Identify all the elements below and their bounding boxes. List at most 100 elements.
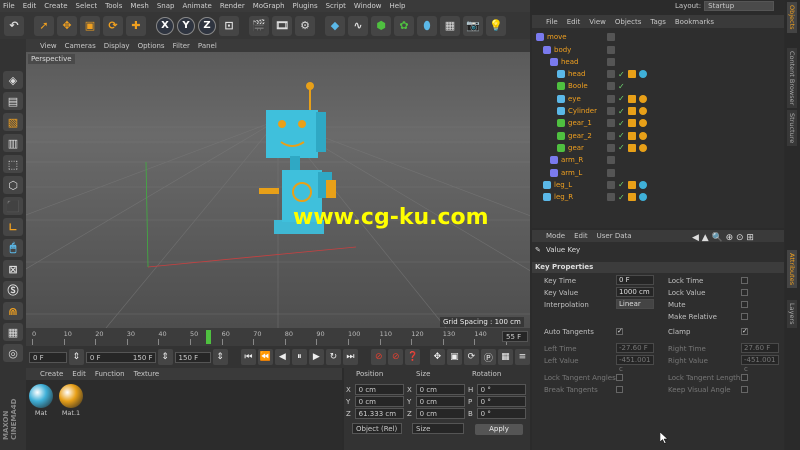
object-row[interactable]: leg_L ✓	[532, 179, 784, 192]
attribute-menu-edit[interactable]: Edit	[574, 232, 588, 240]
enabled-check-icon[interactable]: ✓	[618, 119, 625, 128]
attribute-menu-mode[interactable]: Mode	[546, 232, 565, 240]
object-row[interactable]: Cylinder ✓	[532, 105, 784, 118]
object-row[interactable]: body	[532, 43, 784, 56]
enabled-check-icon[interactable]: ✓	[618, 82, 625, 91]
layout-select[interactable]: Startup	[704, 1, 775, 11]
previous-key-icon[interactable]: ⏪	[257, 349, 273, 365]
visibility-dots-icon[interactable]	[607, 156, 615, 165]
size-field[interactable]: 0 cm	[415, 384, 465, 395]
object-menu-bookmarks[interactable]: Bookmarks	[675, 18, 714, 26]
side-tab-attributes[interactable]: Attributes	[787, 250, 797, 289]
viewport-menu-filter[interactable]: Filter	[173, 42, 190, 50]
size-field[interactable]: 0 cm	[415, 408, 465, 419]
lock-value-checkbox[interactable]	[741, 289, 748, 296]
object-row[interactable]: arm_R	[532, 154, 784, 167]
spline-pen-icon[interactable]: ∿	[348, 15, 368, 36]
left-time-field[interactable]: -27.60 F	[616, 343, 654, 353]
axis-mode-icon[interactable]: ∟	[3, 218, 23, 236]
object-menu-edit[interactable]: Edit	[567, 18, 581, 26]
cloner-icon[interactable]: ✿	[394, 15, 414, 36]
lock-tangent-lengths-checkbox[interactable]	[741, 374, 748, 381]
material-swatch[interactable]: Mat	[28, 384, 54, 417]
visibility-dots-icon[interactable]	[607, 82, 615, 91]
menu-item-plugins[interactable]: Plugins	[293, 2, 318, 10]
viewport-perspective[interactable]	[26, 52, 530, 328]
material-tag-icon[interactable]	[638, 70, 647, 79]
object-menu-file[interactable]: File	[546, 18, 558, 26]
material-tag-icon[interactable]	[638, 193, 647, 202]
grid-icon[interactable]: ▦	[3, 323, 23, 341]
visibility-dots-icon[interactable]	[607, 180, 615, 189]
phong-tag-icon[interactable]	[627, 70, 636, 79]
object-row[interactable]: gear_2 ✓	[532, 129, 784, 142]
right-value-field[interactable]: -451.001 c	[741, 355, 779, 373]
position-field[interactable]: 61.333 cm	[354, 408, 404, 419]
playhead-marker[interactable]	[205, 330, 211, 344]
viewport-menu-display[interactable]: Display	[104, 42, 130, 50]
lock-time-checkbox[interactable]	[741, 277, 748, 284]
floor-icon[interactable]: ▦	[440, 15, 460, 36]
menu-item-render[interactable]: Render	[220, 2, 245, 10]
loop-icon[interactable]: ↻	[325, 349, 341, 365]
object-menu-objects[interactable]: Objects	[615, 18, 641, 26]
auto-tangents-checkbox[interactable]: ✓	[616, 328, 623, 335]
right-time-field[interactable]: 27.60 F	[741, 343, 779, 353]
key-properties-section[interactable]: Key Properties	[532, 262, 784, 273]
tweak-mode-icon[interactable]: 🖱	[3, 239, 23, 257]
position-field[interactable]: 0 cm	[354, 396, 404, 407]
material-tag-icon[interactable]	[638, 180, 647, 189]
apply-button[interactable]: Apply	[475, 424, 523, 435]
stepper-icon[interactable]: ⇕	[157, 349, 173, 365]
menu-item-mesh[interactable]: Mesh	[130, 2, 148, 10]
key-parameter-icon[interactable]: Ⓟ	[480, 349, 496, 365]
go-to-end-icon[interactable]: ⏭	[342, 349, 358, 365]
side-tab-objects[interactable]: Objects	[787, 2, 797, 33]
visibility-dots-icon[interactable]	[607, 70, 615, 79]
material-swatch[interactable]: Mat.1	[58, 384, 84, 417]
select-arrow-icon[interactable]: ➚	[34, 15, 54, 36]
texture-mode-icon[interactable]: ▧	[3, 113, 23, 131]
move-tool-icon[interactable]: ✥	[57, 15, 77, 36]
visibility-dots-icon[interactable]	[607, 33, 615, 42]
points-mode-icon[interactable]: ⬚	[3, 155, 23, 173]
key-rotation-icon[interactable]: ⟳	[463, 349, 479, 365]
interpolation-select[interactable]: Linear	[616, 299, 654, 309]
stepper-icon[interactable]: ⇕	[68, 349, 84, 365]
object-row[interactable]: gear ✓	[532, 142, 784, 155]
side-tab-structure[interactable]: Structure	[787, 110, 797, 147]
size-field[interactable]: 0 cm	[415, 396, 465, 407]
attribute-menu-user-data[interactable]: User Data	[597, 232, 632, 240]
key-value-field[interactable]: 1000 cm	[616, 287, 654, 297]
enabled-check-icon[interactable]: ✓	[618, 143, 625, 152]
light-icon[interactable]: 💡	[486, 15, 506, 36]
object-menu-tags[interactable]: Tags	[650, 18, 666, 26]
menu-item-script[interactable]: Script	[326, 2, 346, 10]
camera-icon[interactable]: 📷	[463, 15, 483, 36]
key-scale-icon[interactable]: ▣	[446, 349, 462, 365]
enabled-check-icon[interactable]: ✓	[618, 70, 625, 79]
coordinate-mode-select[interactable]: Object (Rel)	[352, 423, 402, 434]
visibility-dots-icon[interactable]	[607, 119, 615, 128]
render-picture-viewer-icon[interactable]: 🎞	[272, 15, 292, 36]
record-icon[interactable]: ⊘	[371, 349, 387, 365]
material-menu-texture[interactable]: Texture	[134, 370, 160, 378]
object-row[interactable]: head	[532, 56, 784, 69]
phong-tag-icon[interactable]	[627, 143, 636, 152]
visibility-dots-icon[interactable]	[607, 131, 615, 140]
snap-icon[interactable]: ⊠	[3, 260, 23, 278]
rotate-tool-icon[interactable]: ⟳	[103, 15, 123, 36]
phong-tag-icon[interactable]	[627, 107, 636, 116]
polygons-mode-icon[interactable]: ⬛	[3, 197, 23, 215]
material-menu-edit[interactable]: Edit	[72, 370, 86, 378]
add-tool-icon[interactable]: ✚	[126, 15, 146, 36]
edges-mode-icon[interactable]: ⬡	[3, 176, 23, 194]
axis-x-button[interactable]: X	[156, 16, 174, 35]
left-value-field[interactable]: -451.001 c	[616, 355, 654, 373]
object-row[interactable]: gear_1 ✓	[532, 117, 784, 130]
break-tangents-checkbox[interactable]	[616, 386, 623, 393]
current-frame-field[interactable]: 55 F	[502, 331, 528, 342]
menu-item-edit[interactable]: Edit	[23, 2, 37, 10]
timeline-menu-icon[interactable]: ≡	[514, 349, 530, 365]
stepper-icon[interactable]: ⇕	[212, 349, 228, 365]
